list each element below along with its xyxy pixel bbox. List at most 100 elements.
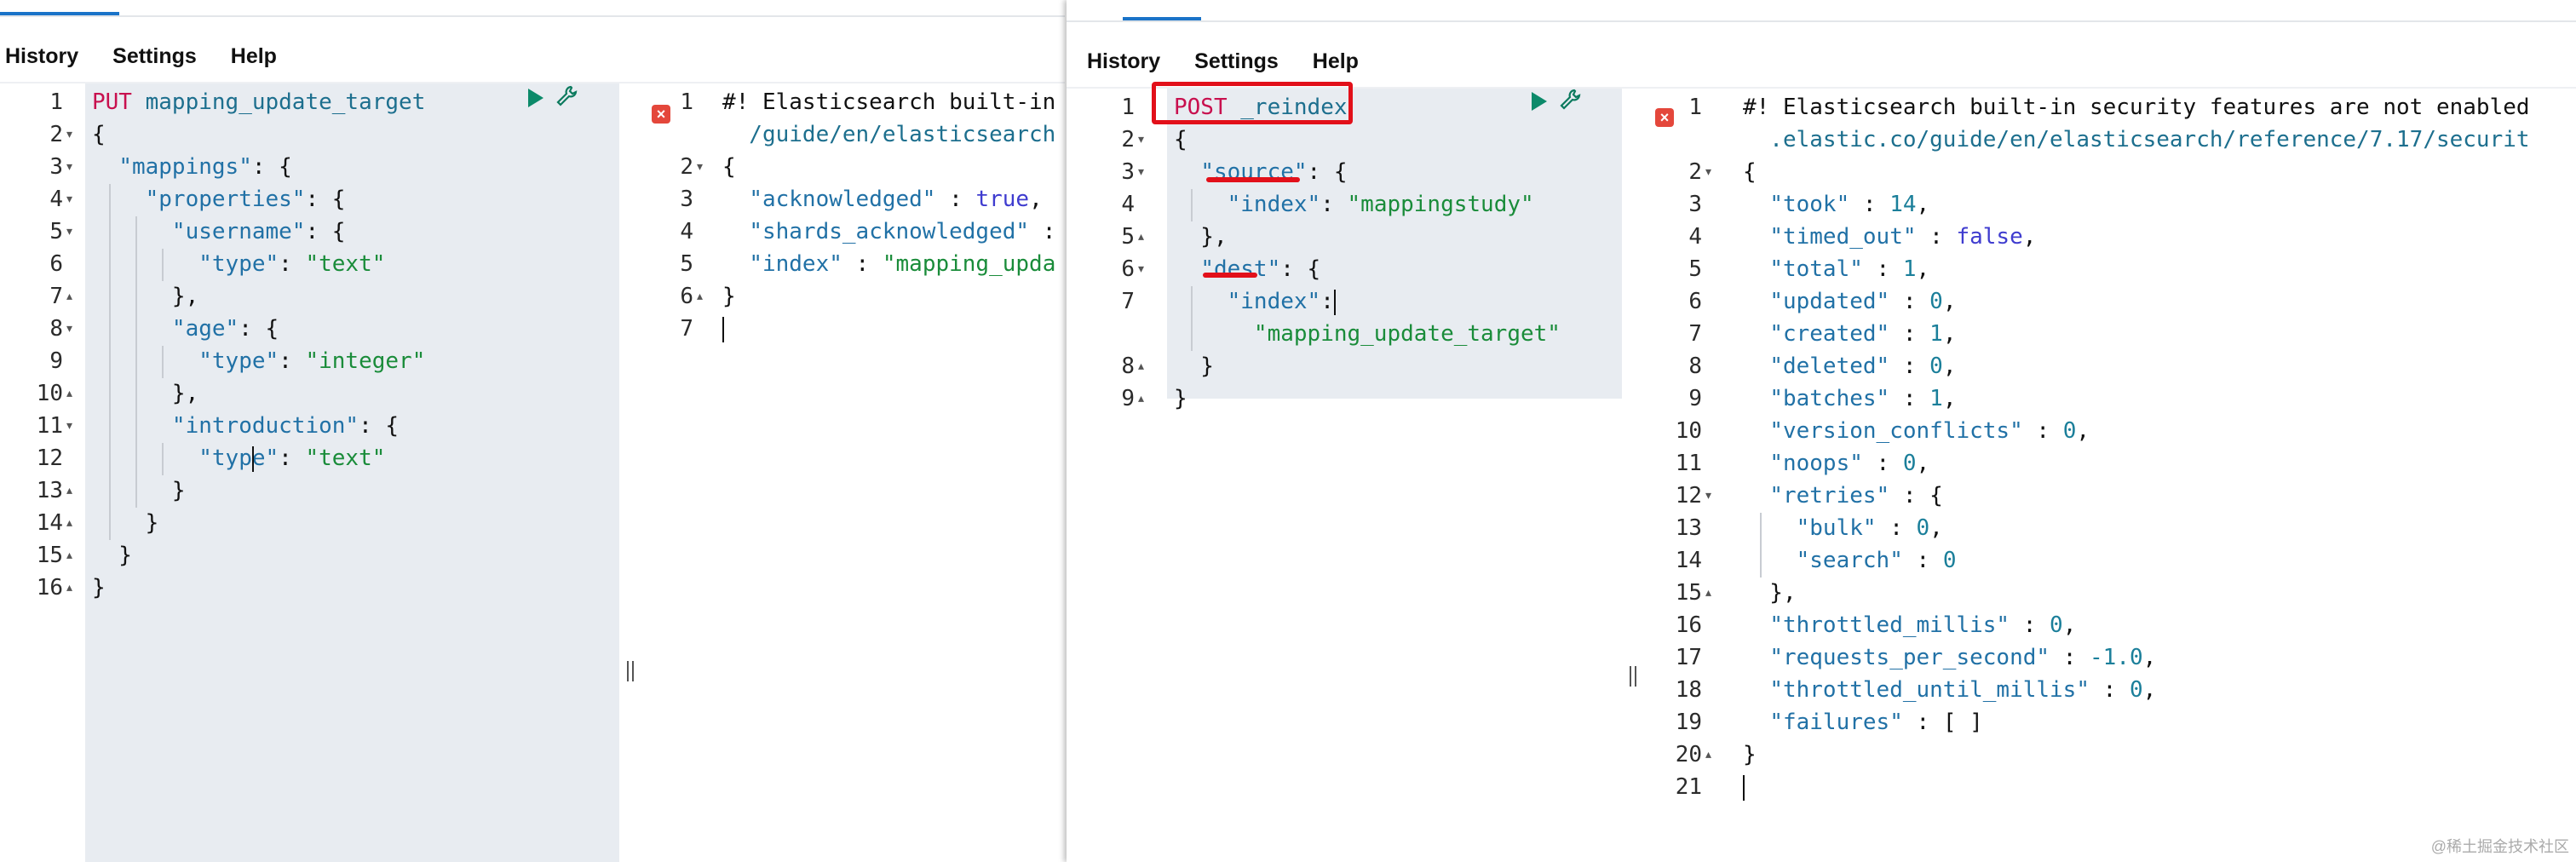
code-token: , — [1942, 289, 1957, 314]
fold-close-icon[interactable]: ▴ — [66, 378, 72, 409]
code-token: "index" — [1227, 192, 1321, 217]
fold-open-icon[interactable]: ▾ — [1138, 254, 1144, 284]
fold-open-icon[interactable]: ▾ — [66, 216, 72, 247]
code-token: : — [1889, 289, 1930, 314]
request-code-area[interactable]: PUT mapping_update_target{ "mappings": {… — [85, 83, 619, 862]
wrench-icon[interactable] — [1557, 87, 1583, 112]
line-number: 15 — [36, 543, 63, 568]
code-token: .elastic.co/guide/en/elasticsearch/refer… — [1743, 127, 2530, 152]
code-line: "source": { — [1174, 157, 1347, 187]
code-token: } — [1174, 353, 1214, 379]
code-token: : [ ] — [1902, 710, 1983, 735]
code-token: "text" — [305, 251, 386, 277]
fold-close-icon[interactable]: ▴ — [1138, 383, 1144, 414]
code-token: : — [1902, 548, 1943, 573]
code-token: "shards_acknowledged" — [749, 219, 1030, 244]
wrench-icon[interactable] — [554, 83, 579, 109]
code-token: "requests_per_second" — [1769, 645, 2050, 670]
indent-guide — [162, 249, 164, 281]
fold-open-icon[interactable]: ▾ — [66, 119, 72, 150]
line-number: 4 — [680, 219, 693, 244]
code-token: "created" — [1769, 321, 1890, 347]
code-token: #! Elasticsearch built-in security featu… — [1743, 95, 2530, 120]
code-token: "mappings" — [118, 154, 252, 180]
fold-open-icon[interactable]: ▾ — [66, 184, 72, 215]
fold-open-icon[interactable]: ▾ — [1138, 124, 1144, 155]
fold-close-icon[interactable]: ▴ — [1705, 739, 1711, 770]
code-token: , — [2142, 645, 2157, 670]
code-line: } — [1174, 383, 1187, 414]
code-token: 0 — [1942, 548, 1957, 573]
response-gutter: 1 2 ▾ 3 4 5 6 ▴ 7 — [642, 83, 717, 862]
fold-close-icon[interactable]: ▴ — [66, 281, 72, 312]
code-token: , — [1916, 192, 1930, 217]
fold-close-icon[interactable]: ▴ — [1705, 578, 1711, 608]
code-token: "index" — [1227, 289, 1321, 314]
code-line: }, — [1174, 221, 1227, 252]
code-token: : — [1029, 219, 1056, 244]
fold-open-icon[interactable]: ▾ — [697, 152, 703, 182]
run-request-icon[interactable] — [528, 89, 543, 107]
line-number: 14 — [1675, 548, 1702, 573]
code-line: /guide/en/elasticsearch — [722, 119, 1055, 150]
fold-close-icon[interactable]: ▴ — [1138, 221, 1144, 252]
menu-settings[interactable]: Settings — [1194, 49, 1279, 74]
code-line: "properties": { — [92, 184, 346, 215]
fold-open-icon[interactable]: ▾ — [66, 313, 72, 344]
request-code-area[interactable]: POST _reindex{ "source": { "index": "map… — [1167, 89, 1622, 411]
code-token: , — [1916, 451, 1930, 476]
line-number: 4 — [49, 187, 63, 212]
line-number: 10 — [36, 381, 63, 406]
pane-resize-handle[interactable] — [625, 661, 635, 687]
menu-history[interactable]: History — [5, 44, 78, 69]
menu-help[interactable]: Help — [1313, 49, 1359, 74]
code-token: : — [279, 445, 306, 471]
fold-open-icon[interactable]: ▾ — [66, 411, 72, 441]
line-number: 17 — [1675, 645, 1702, 670]
pane-resize-handle[interactable] — [1628, 666, 1638, 692]
line-number: 16 — [36, 575, 63, 601]
code-token: "bulk" — [1796, 515, 1877, 541]
code-token: : — [279, 348, 306, 374]
request-editor[interactable]: 1 2 ▾ 3 ▾ 4 ▾ 5 ▾ 6 7 ▴ 8 ▾ 9 10 ▴ 11 ▾ 12 13 ▴ 14 ▴ 15 ▴ 16 ▴ PUT … — [0, 83, 619, 862]
code-line: "requests_per_second" : -1.0, — [1743, 642, 2156, 673]
fold-close-icon[interactable]: ▴ — [66, 508, 72, 538]
code-token: : — [2090, 677, 2130, 703]
fold-close-icon[interactable]: ▴ — [66, 475, 72, 506]
code-token: } — [92, 543, 132, 568]
fold-open-icon[interactable]: ▾ — [1705, 480, 1711, 511]
code-line: } — [1743, 739, 1757, 770]
code-line: "timed_out" : false, — [1743, 221, 2036, 252]
fold-open-icon[interactable]: ▾ — [66, 152, 72, 182]
fold-close-icon[interactable]: ▴ — [66, 540, 72, 571]
fold-open-icon[interactable]: ▾ — [1138, 157, 1144, 187]
code-token: : { — [1280, 256, 1321, 282]
menu-help[interactable]: Help — [231, 44, 277, 69]
menu-history[interactable]: History — [1087, 49, 1160, 74]
code-token: "batches" — [1769, 386, 1890, 411]
code-token: } — [92, 510, 159, 536]
fold-close-icon[interactable]: ▴ — [697, 281, 703, 312]
request-editor[interactable]: 1 2 ▾ 3 ▾ 4 5 ▴ 6 ▾ 7 8 ▴ 9 ▴ POST _reindex{ "source":… — [1067, 89, 1622, 862]
line-number: 10 — [1675, 418, 1702, 444]
code-token: "mappingstudy" — [1347, 192, 1534, 217]
menu-settings[interactable]: Settings — [112, 44, 197, 69]
fold-close-icon[interactable]: ▴ — [1138, 351, 1144, 382]
fold-close-icon[interactable]: ▴ — [66, 572, 72, 603]
fold-open-icon[interactable]: ▾ — [1705, 157, 1711, 187]
code-token: : { — [1889, 483, 1943, 509]
annotation-underline-source — [1206, 177, 1300, 182]
line-number: 12 — [36, 445, 63, 471]
code-token: 0 — [1929, 289, 1943, 314]
code-token: "deleted" — [1769, 353, 1890, 379]
code-line: "noops" : 0, — [1743, 448, 1929, 479]
response-code-area: #! Elasticsearch built-in /guide/en/elas… — [717, 83, 1065, 862]
run-request-icon[interactable] — [1532, 92, 1547, 111]
code-line: "throttled_until_millis" : 0, — [1743, 675, 2156, 705]
